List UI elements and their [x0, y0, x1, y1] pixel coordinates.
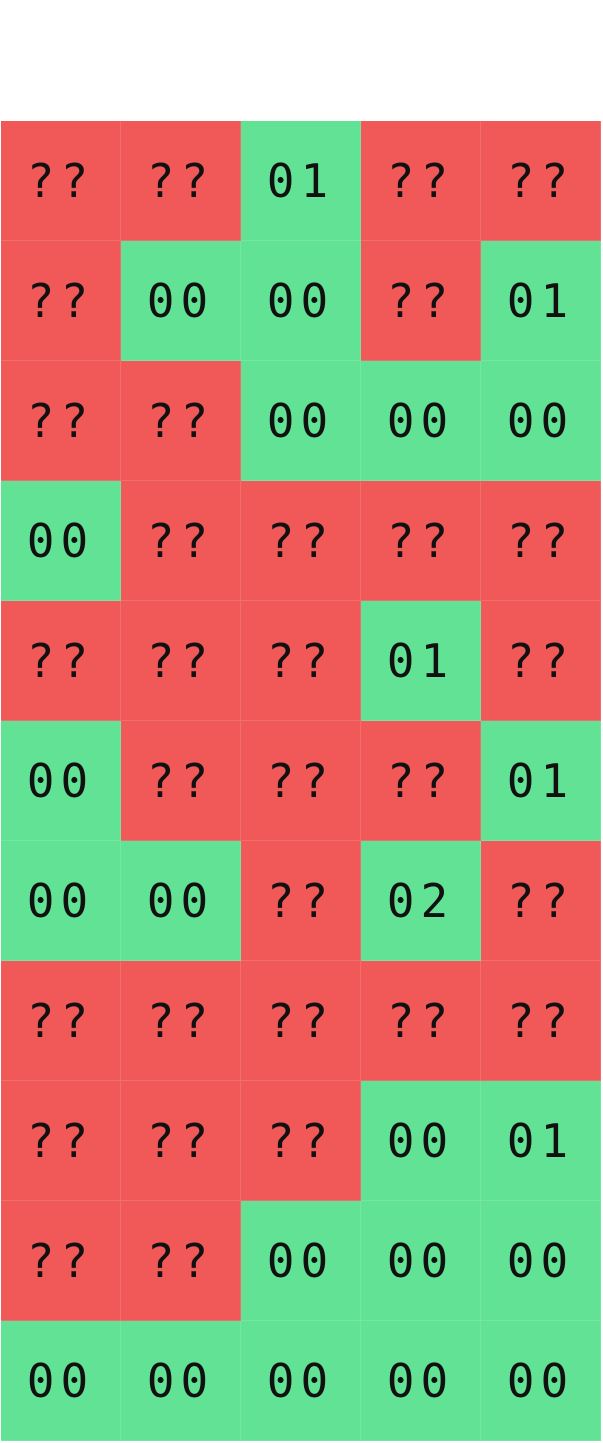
hidden-cell[interactable]: ?? [121, 961, 241, 1081]
hidden-cell[interactable]: ?? [361, 241, 481, 361]
revealed-cell[interactable]: 01 [241, 121, 361, 241]
hidden-cell[interactable]: ?? [481, 841, 601, 961]
revealed-cell[interactable]: 00 [361, 361, 481, 481]
hidden-cell[interactable]: ?? [1, 1201, 121, 1321]
revealed-cell[interactable]: 00 [241, 241, 361, 361]
revealed-cell[interactable]: 01 [481, 1081, 601, 1201]
revealed-cell[interactable]: 00 [241, 361, 361, 481]
hidden-cell[interactable]: ?? [121, 721, 241, 841]
hidden-cell[interactable]: ?? [481, 121, 601, 241]
hidden-cell[interactable]: ?? [241, 1081, 361, 1201]
revealed-cell[interactable]: 01 [361, 601, 481, 721]
hidden-cell[interactable]: ?? [241, 721, 361, 841]
revealed-cell[interactable]: 00 [1, 721, 121, 841]
hidden-cell[interactable]: ?? [1, 601, 121, 721]
hidden-cell[interactable]: ?? [361, 961, 481, 1081]
revealed-cell[interactable]: 00 [241, 1201, 361, 1321]
hidden-cell[interactable]: ?? [361, 481, 481, 601]
revealed-cell[interactable]: 00 [121, 1321, 241, 1441]
revealed-cell[interactable]: 00 [481, 361, 601, 481]
revealed-cell[interactable]: 00 [361, 1321, 481, 1441]
hidden-cell[interactable]: ?? [241, 481, 361, 601]
hidden-cell[interactable]: ?? [241, 961, 361, 1081]
revealed-cell[interactable]: 02 [361, 841, 481, 961]
hidden-cell[interactable]: ?? [1, 961, 121, 1081]
hidden-cell[interactable]: ?? [481, 481, 601, 601]
hidden-cell[interactable]: ?? [241, 841, 361, 961]
hidden-cell[interactable]: ?? [241, 601, 361, 721]
hidden-cell[interactable]: ?? [121, 481, 241, 601]
revealed-cell[interactable]: 00 [121, 241, 241, 361]
revealed-cell[interactable]: 00 [121, 841, 241, 961]
revealed-cell[interactable]: 00 [1, 1321, 121, 1441]
hidden-cell[interactable]: ?? [1, 361, 121, 481]
hidden-cell[interactable]: ?? [361, 721, 481, 841]
hidden-cell[interactable]: ?? [121, 361, 241, 481]
hidden-cell[interactable]: ?? [1, 1081, 121, 1201]
hidden-cell[interactable]: ?? [121, 1201, 241, 1321]
revealed-cell[interactable]: 01 [481, 241, 601, 361]
revealed-cell[interactable]: 00 [361, 1201, 481, 1321]
hidden-cell[interactable]: ?? [1, 121, 121, 241]
revealed-cell[interactable]: 00 [481, 1321, 601, 1441]
revealed-cell[interactable]: 00 [1, 841, 121, 961]
hidden-cell[interactable]: ?? [481, 961, 601, 1081]
game-board: ???? 01?????? 00 00?? 01???? 00 00 00 00????????… [1, 121, 601, 1441]
hidden-cell[interactable]: ?? [121, 1081, 241, 1201]
hidden-cell[interactable]: ?? [121, 601, 241, 721]
revealed-cell[interactable]: 00 [1, 481, 121, 601]
hidden-cell[interactable]: ?? [361, 121, 481, 241]
hidden-cell[interactable]: ?? [121, 121, 241, 241]
revealed-cell[interactable]: 00 [241, 1321, 361, 1441]
hidden-cell[interactable]: ?? [1, 241, 121, 361]
revealed-cell[interactable]: 00 [481, 1201, 601, 1321]
revealed-cell[interactable]: 01 [481, 721, 601, 841]
revealed-cell[interactable]: 00 [361, 1081, 481, 1201]
hidden-cell[interactable]: ?? [481, 601, 601, 721]
